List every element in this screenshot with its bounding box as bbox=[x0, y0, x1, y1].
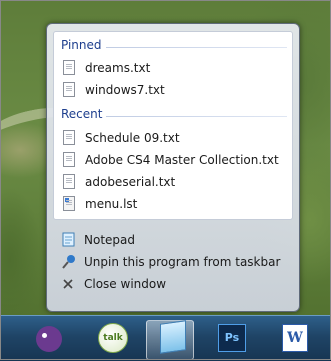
screenshot-border bbox=[0, 0, 331, 360]
